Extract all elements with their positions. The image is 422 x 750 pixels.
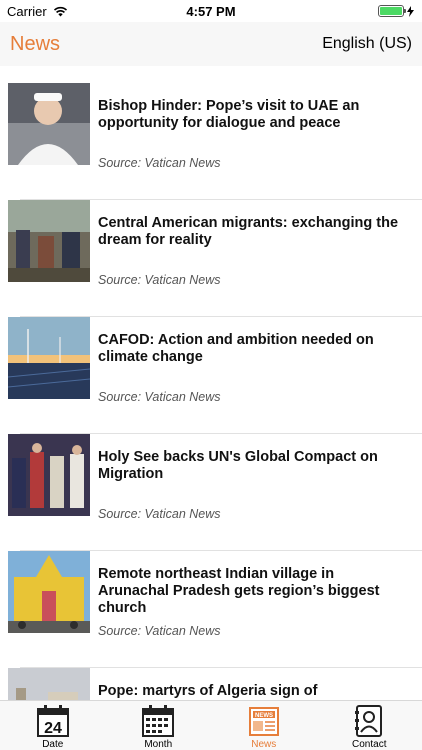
news-title: CAFOD: Action and ambition needed on cli… [98,332,374,365]
wifi-icon [53,6,67,16]
calendar-day-number: 24 [44,720,62,737]
status-bar: Carrier 4:57 PM [0,0,422,22]
news-source: Source: Vatican News [98,273,221,287]
battery-icon [378,5,406,17]
newspaper-badge-text: NEWS [255,713,273,719]
tab-bar: 24 Date Month NEWS News Contact [0,700,422,750]
page-title: News [10,32,61,55]
tab-label: News [251,739,277,750]
news-item[interactable]: Holy See backs UN's Global Compact on Mi… [8,434,422,551]
carrier-label: Carrier [7,3,47,19]
news-title: Remote northeast Indian village in Aruna… [98,566,380,616]
tab-contact[interactable]: Contact [317,701,422,750]
tab-news[interactable]: NEWS News [211,701,317,750]
news-thumbnail [8,551,90,633]
calendar-24-icon: 24 [36,705,69,737]
navigation-bar: News English (US) [0,22,422,66]
calendar-grid-icon [142,705,175,737]
charging-bolt-icon [407,5,414,17]
language-selector[interactable]: English (US) [322,35,412,53]
news-source: Source: Vatican News [98,624,221,638]
newspaper-icon: NEWS [248,707,279,736]
news-item[interactable]: Central American migrants: exchanging th… [8,200,422,317]
tab-label: Date [42,739,64,750]
news-item[interactable]: Pope: martyrs of Algeria sign of brother… [8,668,422,700]
tab-month[interactable]: Month [106,701,212,750]
news-title: Pope: martyrs of Algeria sign of brother… [98,683,318,699]
tab-label: Month [144,739,173,750]
news-title: Bishop Hinder: Pope’s visit to UAE an op… [98,98,360,131]
status-left: Carrier [7,4,68,19]
news-item[interactable]: Remote northeast Indian village in Aruna… [8,551,422,668]
news-title: Central American migrants: exchanging th… [98,215,399,248]
news-thumbnail [8,668,90,700]
news-thumbnail [8,434,90,516]
tab-date[interactable]: 24 Date [0,701,106,750]
news-list[interactable]: Bishop Hinder: Pope’s visit to UAE an op… [0,66,422,700]
news-thumbnail [8,317,90,399]
news-thumbnail [8,200,90,282]
status-right [378,5,414,17]
news-source: Source: Vatican News [98,156,221,170]
tab-label: Contact [352,739,387,750]
news-source: Source: Vatican News [98,507,221,521]
news-item[interactable]: Bishop Hinder: Pope’s visit to UAE an op… [8,83,422,200]
news-title: Holy See backs UN's Global Compact on Mi… [98,449,378,482]
news-thumbnail [8,83,90,165]
news-item[interactable]: CAFOD: Action and ambition needed on cli… [8,317,422,434]
contact-book-icon [355,705,383,737]
news-source: Source: Vatican News [98,390,221,404]
